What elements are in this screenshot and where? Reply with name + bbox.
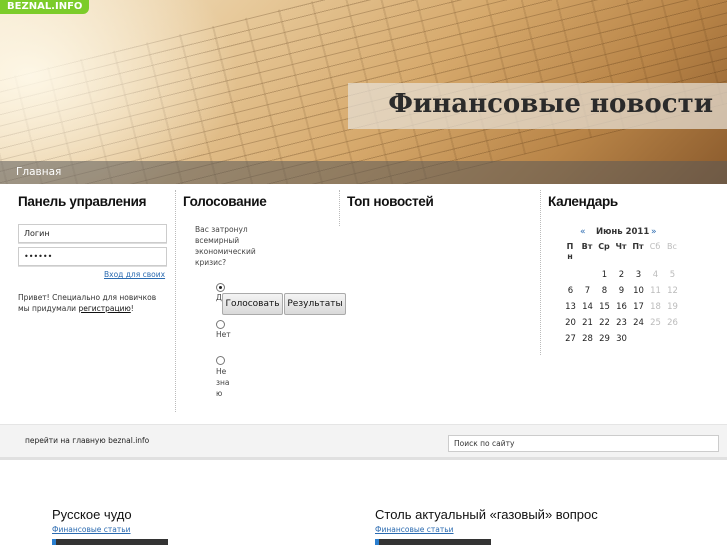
calendar-day[interactable]: 9 [613, 286, 630, 296]
calendar-day[interactable]: 6 [562, 286, 579, 296]
calendar-day[interactable]: 15 [596, 302, 613, 312]
calendar-day[interactable]: 22 [596, 318, 613, 328]
vote-button[interactable]: Голосовать [222, 293, 283, 315]
greeting-text: Привет! Специально для новичков мы приду… [18, 293, 157, 313]
calendar-day[interactable]: 12 [664, 286, 681, 296]
site-header: BEZNAL.INFO Финансовые новости Главная [0, 0, 727, 184]
poll-option-dontknow-label: Не знаю [216, 367, 230, 398]
calendar-weekday: Пт [632, 242, 644, 251]
calendar-day[interactable]: 10 [630, 286, 647, 296]
main-nav: Главная [0, 161, 727, 184]
calendar-day[interactable]: 25 [647, 318, 664, 328]
article-category-link[interactable]: Финансовые статьи [52, 525, 131, 534]
calendar-day[interactable]: 8 [596, 286, 613, 296]
article-meta-bar [52, 539, 168, 545]
calendar-day[interactable]: 4 [647, 270, 664, 280]
calendar-day[interactable]: 16 [613, 302, 630, 312]
calendar-day[interactable]: 19 [664, 302, 681, 312]
search-input[interactable]: Поиск по сайту [448, 435, 719, 452]
article-title[interactable]: Русское чудо [52, 507, 132, 522]
calendar-day[interactable]: 20 [562, 318, 579, 328]
calendar-weekday: Чт [615, 242, 627, 251]
poll-option-no-radio[interactable] [216, 320, 225, 329]
column-divider [540, 190, 541, 355]
calendar-title: Календарь [548, 194, 618, 209]
poll-question: Вас затронул всемирный экономический кри… [195, 225, 256, 267]
password-field[interactable]: •••••• [18, 247, 167, 266]
nav-item-home[interactable]: Главная [16, 166, 61, 178]
home-link[interactable]: перейти на главную beznal.info [25, 436, 149, 445]
calendar-weekday: Сб [649, 242, 661, 251]
login-field[interactable]: Логин [18, 224, 167, 243]
poll-option-dontknow-radio[interactable] [216, 356, 225, 365]
calendar-next-link[interactable]: » [651, 227, 657, 237]
calendar-day[interactable]: 17 [630, 302, 647, 312]
site-logo[interactable]: BEZNAL.INFO [0, 0, 90, 14]
calendar-weekday: Вс [667, 242, 677, 251]
calendar-day[interactable]: 28 [579, 334, 596, 344]
poll-option-yes-radio[interactable] [216, 283, 225, 292]
calendar-day[interactable]: 7 [579, 286, 596, 296]
calendar-weekday: Ср [598, 242, 610, 251]
calendar-day[interactable]: 26 [664, 318, 681, 328]
page: BEZNAL.INFO Финансовые новости Главная П… [0, 0, 727, 545]
site-title: Финансовые новости [388, 89, 713, 119]
calendar-day[interactable]: 24 [630, 318, 647, 328]
calendar-day[interactable]: 29 [596, 334, 613, 344]
calendar-day[interactable]: 13 [562, 302, 579, 312]
calendar-day[interactable]: 5 [664, 270, 681, 280]
calendar-day[interactable]: 18 [647, 302, 664, 312]
article-category-link[interactable]: Финансовые статьи [375, 525, 454, 534]
article-meta-bar [375, 539, 491, 545]
column-divider [175, 190, 176, 412]
results-button[interactable]: Результаты [284, 293, 346, 315]
control-panel-title: Панель управления [18, 194, 147, 209]
calendar-prev-link[interactable]: « [580, 227, 586, 237]
calendar-day[interactable]: 3 [630, 270, 647, 280]
column-divider [339, 190, 340, 226]
login-link[interactable]: Вход для своих [104, 270, 165, 279]
top-news-title: Топ новостей [347, 194, 434, 209]
poll-title: Голосование [183, 194, 267, 209]
calendar-day[interactable]: 1 [596, 270, 613, 280]
register-link[interactable]: регистрацию [78, 304, 130, 313]
calendar-day[interactable]: 23 [613, 318, 630, 328]
poll-option-no-label: Нет [216, 330, 231, 339]
calendar-weekday: Пн [566, 242, 574, 261]
calendar-month: Июнь 2011 [596, 227, 650, 237]
calendar-day[interactable]: 27 [562, 334, 579, 344]
calendar-day[interactable]: 11 [647, 286, 664, 296]
article-title[interactable]: Столь актуальный «газовый» вопрос [375, 507, 598, 522]
calendar-day[interactable]: 21 [579, 318, 596, 328]
calendar-day[interactable]: 30 [613, 334, 630, 344]
calendar-day[interactable]: 14 [579, 302, 596, 312]
calendar-weekday: Вт [581, 242, 593, 251]
calendar-day[interactable]: 2 [613, 270, 630, 280]
